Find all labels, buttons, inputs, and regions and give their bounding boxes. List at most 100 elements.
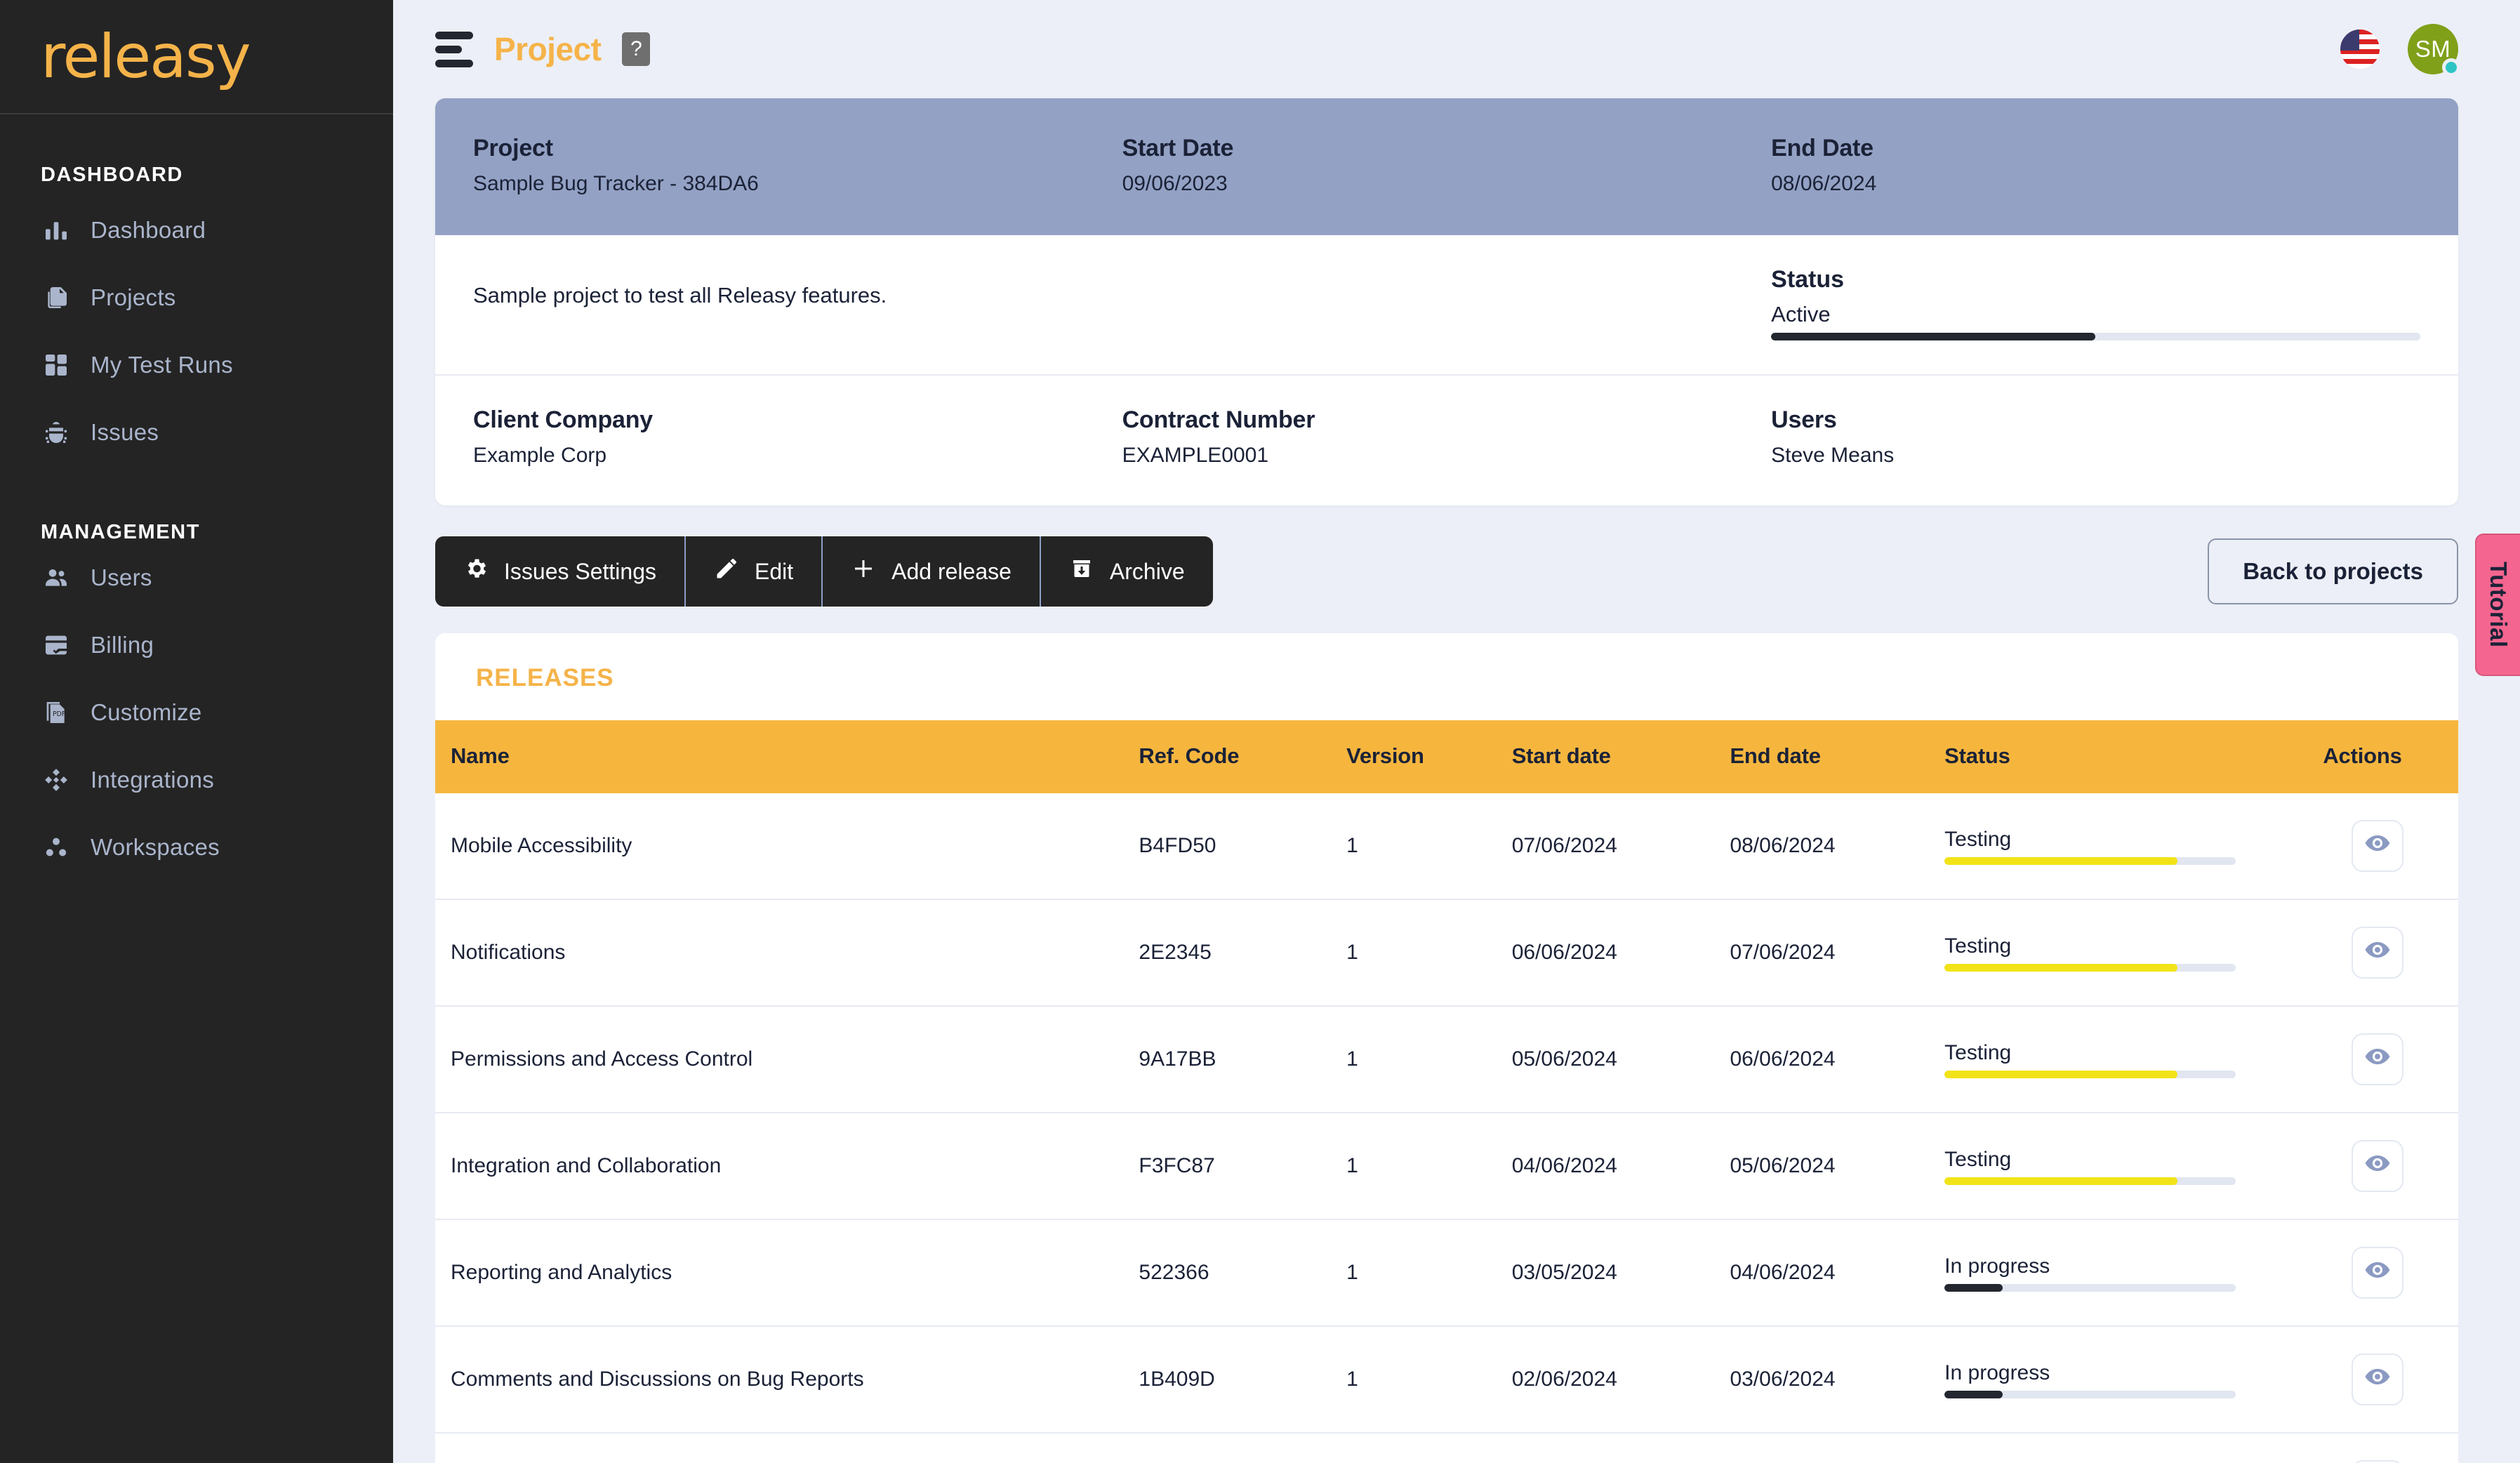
status-progress-bar — [1944, 1177, 2236, 1185]
avatar[interactable]: SM — [2408, 24, 2460, 77]
three-dots-icon — [41, 832, 72, 863]
view-release-button[interactable] — [2351, 1140, 2403, 1192]
cell-actions — [2296, 1219, 2458, 1327]
status-widget: Testing — [1944, 828, 2236, 865]
releases-table: Name Ref. Code Version Start date End da… — [435, 720, 2458, 1463]
column-header-name[interactable]: Name — [435, 720, 1139, 793]
project-label: Project — [473, 135, 553, 161]
eye-icon — [2364, 1257, 2391, 1289]
status-progress-fill — [1944, 856, 2178, 865]
view-release-button[interactable] — [2351, 1247, 2403, 1299]
cell-name: Mobile Accessibility — [435, 793, 1139, 900]
sidebar-section-dashboard: DASHBOARD — [41, 164, 183, 186]
column-header-start-date[interactable]: Start date — [1511, 720, 1730, 793]
brand-logo[interactable]: releasy — [0, 0, 393, 114]
project-card-footer: Client Company Example Corp Contract Num… — [435, 376, 2458, 505]
sidebar-item-projects[interactable]: Projects — [0, 264, 393, 331]
cell-start-date: 01/06/2024 — [1511, 1433, 1730, 1463]
releases-card: RELEASES Name Ref. Code Version Start da… — [435, 633, 2458, 1463]
cell-name: Comments and Discussions on Bug Reports — [435, 1326, 1139, 1434]
hamburger-icon[interactable] — [435, 31, 473, 67]
status-text: Testing — [1944, 1040, 2012, 1064]
status-progress-bar — [1944, 1070, 2236, 1078]
sidebar-item-integrations[interactable]: Integrations — [0, 746, 393, 814]
table-row[interactable]: Mobile Accessibility B4FD50 1 07/06/2024 08/… — [435, 793, 2458, 900]
start-date-label: Start Date — [1122, 135, 1234, 161]
archive-button[interactable]: Archive — [1041, 536, 1213, 607]
sidebar-item-customize[interactable]: PDF Customize — [0, 679, 393, 746]
sidebar-item-my-test-runs[interactable]: My Test Runs — [0, 331, 393, 399]
edit-button[interactable]: Edit — [686, 536, 823, 607]
issues-settings-button[interactable]: Issues Settings — [435, 536, 686, 607]
cell-status: In progress — [1944, 1326, 2297, 1434]
status-value: Active — [1771, 302, 1831, 326]
project-card-header: Project Sample Bug Tracker - 384DA6 Star… — [435, 98, 2458, 235]
sidebar-item-workspaces[interactable]: Workspaces — [0, 814, 393, 881]
topbar: Project ? SM — [393, 0, 2520, 98]
sidebar-item-billing[interactable]: Billing — [0, 611, 393, 679]
us-flag-icon[interactable] — [2340, 29, 2380, 69]
view-release-button[interactable] — [2351, 820, 2403, 872]
status-progress-bar — [1944, 856, 2236, 865]
cell-ref-code: 522366 — [1139, 1219, 1347, 1327]
help-badge[interactable]: ? — [622, 32, 651, 66]
cell-status: Testing — [1944, 1006, 2297, 1113]
cell-start-date: 05/06/2024 — [1511, 1006, 1730, 1113]
table-row[interactable]: Reporting and Analytics 522366 1 03/05/2024… — [435, 1219, 2458, 1327]
table-row[interactable]: Comments and Discussions on Bug Reports 1… — [435, 1326, 2458, 1434]
table-row[interactable]: Notifications 2E2345 1 06/06/2024 07/06/2024… — [435, 899, 2458, 1007]
cell-end-date: 05/06/2024 — [1730, 1113, 1945, 1220]
table-row[interactable]: Bug Tracking036621101/06/202402/06/2024I… — [435, 1433, 2458, 1463]
issues-settings-label: Issues Settings — [504, 558, 656, 584]
users-icon — [41, 562, 72, 593]
sidebar-item-label: Projects — [91, 284, 176, 310]
status-progress-bar — [1944, 1283, 2236, 1292]
cell-version: 1 — [1346, 1006, 1512, 1113]
diamond-nodes-icon — [41, 764, 72, 795]
column-header-end-date[interactable]: End date — [1730, 720, 1945, 793]
column-header-status[interactable]: Status — [1944, 720, 2297, 793]
table-row[interactable]: Permissions and Access Control 9A17BB 1 05/… — [435, 1006, 2458, 1113]
status-progress-bar — [1771, 333, 2420, 340]
start-date-field: Start Date 09/06/2023 — [1122, 135, 1772, 196]
plus-icon — [851, 556, 876, 587]
tutorial-tab[interactable]: Tutorial — [2475, 534, 2520, 676]
content: Project Sample Bug Tracker - 384DA6 Star… — [393, 98, 2520, 1463]
view-release-button[interactable] — [2351, 1460, 2403, 1463]
sidebar-item-label: Integrations — [91, 767, 215, 793]
app-root: releasy DASHBOARD Dashboard Projects My … — [0, 0, 2520, 1463]
cell-start-date: 03/05/2024 — [1511, 1219, 1730, 1327]
end-date-label: End Date — [1771, 135, 1874, 161]
project-card-body: Sample project to test all Releasy featu… — [435, 235, 2458, 376]
sidebar-item-users[interactable]: Users — [0, 544, 393, 611]
cell-name: Notifications — [435, 899, 1139, 1007]
releases-table-body: Mobile Accessibility B4FD50 1 07/06/2024 08/… — [435, 793, 2458, 1463]
status-widget: Testing — [1944, 1148, 2236, 1185]
avatar-initials: SM — [2415, 36, 2451, 62]
cell-start-date: 02/06/2024 — [1511, 1326, 1730, 1434]
cell-end-date: 06/06/2024 — [1730, 1006, 1945, 1113]
view-release-button[interactable] — [2351, 1033, 2403, 1085]
view-release-button[interactable] — [2351, 1353, 2403, 1405]
column-header-version[interactable]: Version — [1346, 720, 1512, 793]
client-company-label: Client Company — [473, 406, 654, 433]
column-header-ref-code[interactable]: Ref. Code — [1139, 720, 1347, 793]
status-progress-bar — [1944, 1390, 2236, 1398]
add-release-button[interactable]: Add release — [823, 536, 1041, 607]
releases-table-head: Name Ref. Code Version Start date End da… — [435, 720, 2458, 793]
sidebar-item-issues[interactable]: Issues — [0, 399, 393, 466]
contract-number-field: Contract Number EXAMPLE0001 — [1122, 406, 1772, 468]
main-area: Project ? SM Project Sample Bug Tracker … — [393, 0, 2520, 1463]
status-text: Testing — [1944, 1147, 2012, 1171]
hamburger-line — [435, 59, 473, 67]
table-row[interactable]: Integration and Collaboration F3FC87 1 04/0… — [435, 1113, 2458, 1220]
back-to-projects-button[interactable]: Back to projects — [2208, 538, 2458, 604]
view-release-button[interactable] — [2351, 927, 2403, 979]
cell-end-date: 03/06/2024 — [1730, 1326, 1945, 1434]
cell-status: In progress — [1944, 1219, 2297, 1327]
sidebar-item-label: Customize — [91, 699, 202, 725]
cell-name: Permissions and Access Control — [435, 1006, 1139, 1113]
status-progress-fill — [1944, 1390, 2003, 1398]
sidebar-item-label: Workspaces — [91, 834, 220, 860]
sidebar-item-dashboard[interactable]: Dashboard — [0, 197, 393, 264]
